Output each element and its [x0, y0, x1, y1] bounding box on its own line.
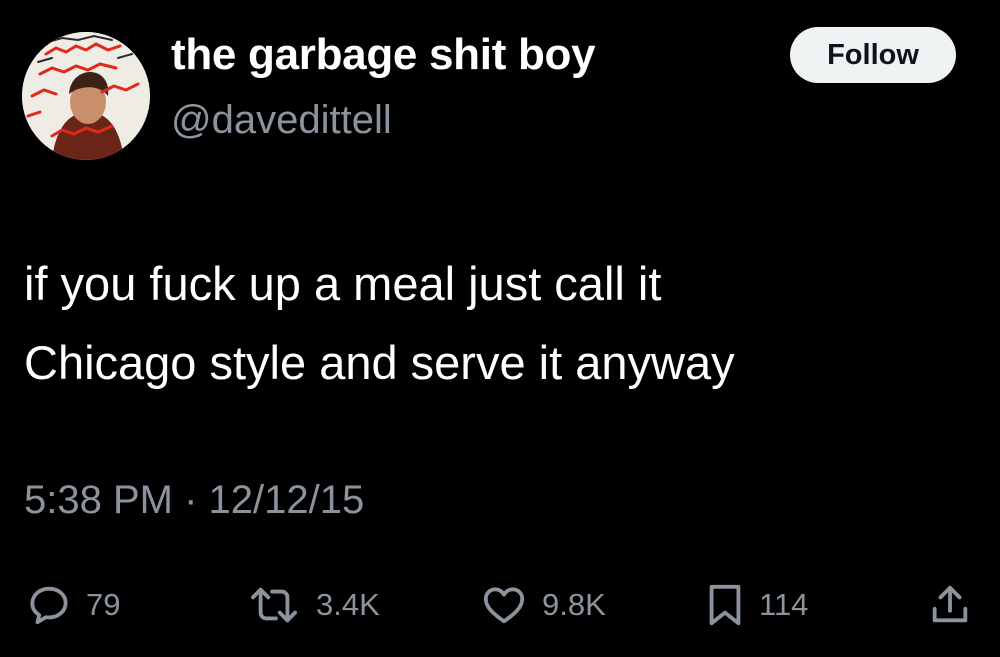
retweet-count: 3.4K	[316, 587, 380, 622]
bookmark-button[interactable]: 114	[705, 580, 808, 630]
bookmark-icon	[705, 582, 745, 628]
like-count: 9.8K	[542, 587, 606, 622]
follow-button-label: Follow	[827, 38, 919, 71]
like-button[interactable]: 9.8K	[480, 580, 606, 630]
share-icon	[928, 582, 972, 628]
reply-button[interactable]: 79	[26, 580, 120, 630]
heart-icon	[480, 582, 528, 628]
profile-photo-icon	[22, 32, 150, 160]
tweet-text: if you fuck up a meal just call it Chica…	[24, 244, 964, 402]
display-name[interactable]: the garbage shit boy	[171, 30, 596, 80]
tweet-text-line: if you fuck up a meal just call it	[24, 257, 662, 310]
user-handle[interactable]: @davedittell	[171, 98, 392, 143]
tweet-timestamp[interactable]: 5:38 PM · 12/12/15	[24, 478, 364, 523]
tweet-time: 5:38 PM	[24, 478, 173, 522]
tweet: the garbage shit boy @davedittell Follow…	[0, 0, 1000, 657]
bookmark-count: 114	[759, 587, 809, 622]
reply-icon	[26, 582, 72, 628]
avatar[interactable]	[22, 32, 150, 160]
tweet-text-line: Chicago style and serve it anyway	[24, 336, 735, 389]
tweet-date: 12/12/15	[208, 478, 365, 522]
retweet-icon	[246, 582, 302, 628]
share-button[interactable]	[928, 580, 972, 630]
retweet-button[interactable]: 3.4K	[246, 580, 380, 630]
meta-separator: ·	[184, 478, 198, 522]
follow-button[interactable]: Follow	[790, 27, 956, 83]
reply-count: 79	[86, 587, 121, 622]
